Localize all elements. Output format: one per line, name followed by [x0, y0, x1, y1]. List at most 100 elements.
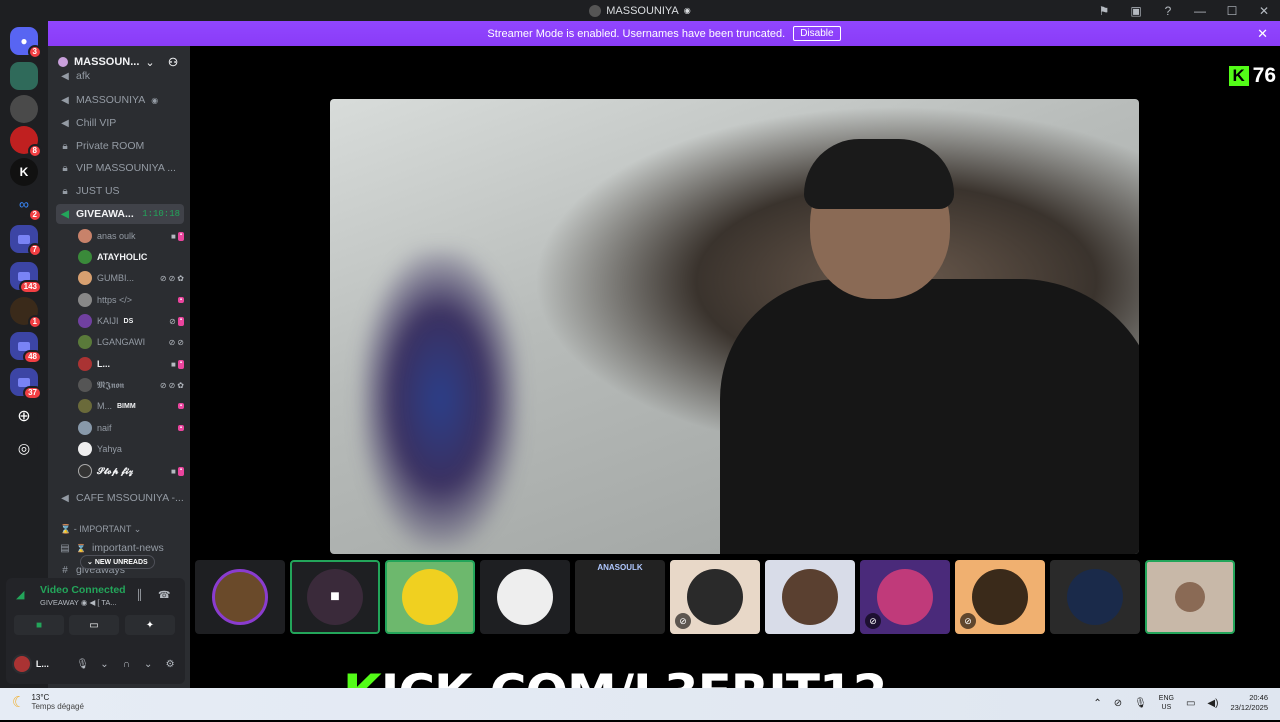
voice-user[interactable]: L... ■ ▪: [78, 354, 184, 374]
server-icon[interactable]: ∞ 2: [10, 190, 42, 222]
camera-icon: ■: [171, 466, 176, 476]
participant-tile[interactable]: ⊘: [955, 560, 1045, 634]
noise-suppression-icon[interactable]: ║: [136, 590, 143, 601]
voice-user[interactable]: ATAYHOLIC: [78, 247, 184, 267]
new-unreads-label: NEW UNREADS: [94, 559, 148, 566]
voice-user-name: M...: [97, 401, 112, 411]
guild-badge: 1: [27, 315, 42, 329]
volume-icon[interactable]: ◀): [1207, 698, 1218, 709]
lock-icon: 🔒︎: [62, 162, 68, 174]
new-unreads-button[interactable]: ⌄ NEW UNREADS: [80, 555, 155, 569]
maximize-button[interactable]: ☐: [1216, 0, 1248, 21]
avatar: [78, 421, 92, 435]
microphone-icon[interactable]: 🎙︎: [1134, 698, 1147, 709]
voice-user-name: ATAYHOLIC: [97, 252, 148, 262]
close-window-button[interactable]: ✕: [1248, 0, 1280, 21]
participant-tile[interactable]: [765, 560, 855, 634]
channel-massouniya[interactable]: ◀ MASSOUNIYA ◉: [56, 90, 184, 110]
weather-widget[interactable]: ☾ 13°C Temps dégagé: [12, 693, 84, 711]
server-icon[interactable]: 8: [10, 126, 42, 158]
network-icon[interactable]: ⊘: [1114, 698, 1122, 709]
participant-tile[interactable]: [1145, 560, 1235, 634]
chevron-up-icon[interactable]: ⌃: [1093, 698, 1101, 709]
category-important[interactable]: ⌛ - IMPORTANT ⌄: [60, 524, 141, 535]
chevron-down-icon[interactable]: ⌄: [139, 659, 157, 670]
disable-button[interactable]: Disable: [793, 26, 841, 41]
streamer-mode-banner: Streamer Mode is enabled. Usernames have…: [48, 21, 1280, 46]
voice-user[interactable]: 𝓢𝓽𝓸𝓹 𝓯𝓲𝔃 ■ ▪: [78, 461, 184, 481]
discover-icon[interactable]: ◎: [10, 434, 38, 462]
close-icon[interactable]: ✕: [1257, 26, 1268, 42]
server-icon[interactable]: 1: [10, 297, 42, 329]
avatar[interactable]: [12, 654, 32, 674]
voice-user[interactable]: https </> ▪: [78, 290, 184, 310]
disconnect-icon[interactable]: ☎: [158, 590, 170, 601]
participant-tile[interactable]: [195, 560, 285, 634]
discord-home-icon[interactable]: ● 3: [10, 27, 42, 59]
channel-afk[interactable]: ◀ afk: [56, 70, 184, 82]
voice-user[interactable]: 𝕸𝕵𝖓𝖔𝖓 ⊘ ⊘ ✿: [78, 375, 184, 395]
channel-giveaway[interactable]: ◀ GIVEAWA... 1:10:18: [56, 204, 184, 224]
clock[interactable]: 20:46 23/12/2025: [1230, 693, 1268, 713]
temperature: 13°C: [31, 693, 50, 702]
voice-user[interactable]: GUMBI... ⊘ ⊘ ✿: [78, 268, 184, 288]
participant-tile[interactable]: ■: [290, 560, 380, 634]
avatar: [78, 314, 92, 328]
channel-vip-massouniya[interactable]: 🔒︎ VIP MASSOUNIYA ...: [56, 158, 184, 178]
minimize-button[interactable]: —: [1184, 0, 1216, 21]
headphones-icon[interactable]: ∩: [117, 659, 135, 670]
microphone-icon[interactable]: 🎙︎: [74, 659, 92, 670]
help-icon[interactable]: ?: [1152, 0, 1184, 21]
voice-user[interactable]: Yahya: [78, 439, 184, 459]
participant-tile[interactable]: [385, 560, 475, 634]
voice-status: Video Connected: [40, 584, 126, 596]
participant-tile[interactable]: [480, 560, 570, 634]
monitor-icon[interactable]: ▭: [1186, 698, 1195, 709]
add-server-icon[interactable]: ⊕: [10, 402, 38, 430]
channel-just-us[interactable]: 🔒︎ JUST US: [56, 181, 184, 201]
channel-private-room[interactable]: 🔒︎ Private ROOM: [56, 136, 184, 156]
user-name[interactable]: L...: [36, 659, 70, 669]
channel-cafe[interactable]: ◀ CAFE MSSOUNIYA -...: [56, 488, 184, 508]
signal-icon[interactable]: ◢: [16, 588, 24, 601]
voice-user[interactable]: KAIJI DS ⊘ ▪: [78, 311, 184, 331]
folder-icon[interactable]: 7: [10, 225, 42, 257]
avatar: [78, 357, 92, 371]
voice-user[interactable]: naif ▪: [78, 418, 184, 438]
avatar: [877, 569, 933, 625]
participant-tile[interactable]: ⊘: [860, 560, 950, 634]
camera-toggle-button[interactable]: ■: [14, 615, 64, 635]
folder-icon[interactable]: 143: [10, 262, 42, 294]
inbox-icon[interactable]: ▣: [1120, 0, 1152, 21]
participant-tile[interactable]: [1050, 560, 1140, 634]
server-icon[interactable]: [10, 62, 38, 90]
avatar: [78, 464, 92, 478]
main-video-feed[interactable]: [330, 99, 1139, 554]
live-icon: ▪: [177, 425, 184, 431]
server-icon[interactable]: [10, 95, 38, 123]
chevron-down-icon[interactable]: ⌄: [96, 659, 114, 670]
channel-chill-vip[interactable]: ◀ Chill VIP: [56, 113, 184, 133]
mute-icon: ⊘: [865, 613, 881, 629]
language-indicator[interactable]: ENG US: [1159, 694, 1174, 712]
settings-gear-icon[interactable]: ⚙: [161, 659, 179, 670]
tile-label: ANASOULK: [597, 563, 643, 572]
voice-user[interactable]: anas oulk ■ ▪: [78, 226, 184, 246]
language-code: ENG: [1158, 695, 1174, 702]
participant-tile[interactable]: ANASOULK: [575, 560, 665, 634]
invite-icon[interactable]: ⚇: [168, 56, 178, 69]
folder-icon[interactable]: 48: [10, 332, 42, 364]
voice-user[interactable]: LGANGAWI ⊘ ⊘: [78, 332, 184, 352]
flag-icon[interactable]: ⚑: [1088, 0, 1120, 21]
participant-tile[interactable]: ⊘: [670, 560, 760, 634]
voice-connection-panel: ◢ Video Connected GIVEAWAY ◉ ◀ [ TA... ║…: [6, 578, 185, 684]
avatar: [78, 271, 92, 285]
activities-button[interactable]: ✦: [125, 615, 175, 635]
screenshare-button[interactable]: ▭: [69, 615, 119, 635]
kick-logo-icon: K: [1228, 66, 1249, 86]
voice-user-name: L...: [97, 359, 110, 369]
voice-user[interactable]: M... BIMM ▪: [78, 396, 184, 416]
folder-icon[interactable]: 37: [10, 368, 42, 400]
avatar: [1067, 569, 1123, 625]
server-icon[interactable]: K: [10, 158, 38, 186]
